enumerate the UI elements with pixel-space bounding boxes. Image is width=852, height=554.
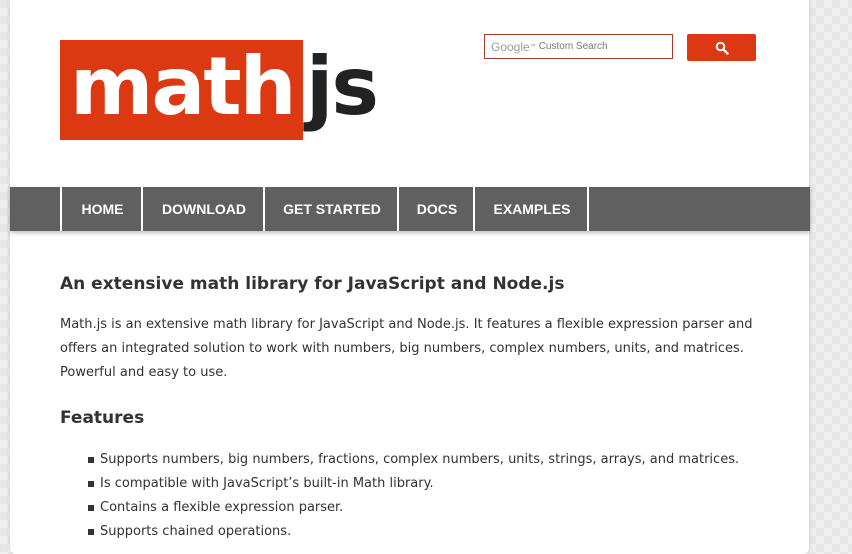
google-trademark: ™	[529, 43, 536, 50]
bullet-icon	[88, 481, 94, 487]
feature-text: Supports chained operations.	[100, 524, 292, 539]
nav-download[interactable]: DOWNLOAD	[141, 187, 265, 231]
feature-text: Is compatible with JavaScript’s built-in…	[100, 476, 434, 491]
nav-home[interactable]: HOME	[60, 187, 143, 231]
list-item: Is compatible with JavaScript’s built-in…	[88, 472, 739, 496]
nav-get-started[interactable]: GET STARTED	[263, 187, 399, 231]
intro-paragraph: Math.js is an extensive math library for…	[60, 317, 753, 380]
nav-examples[interactable]: EXAMPLES	[473, 187, 589, 231]
page-heading: An extensive math library for JavaScript…	[60, 274, 565, 294]
list-item: Contains a flexible expression parser.	[88, 496, 739, 520]
feature-text: Contains a flexible expression parser.	[100, 500, 344, 515]
nav-docs[interactable]: DOCS	[397, 187, 475, 231]
search-button[interactable]	[687, 34, 756, 61]
logo-math-text: math	[70, 40, 297, 133]
google-brand: Google	[491, 39, 530, 54]
features-list: Supports numbers, big numbers, fractions…	[88, 448, 739, 544]
bullet-icon	[88, 505, 94, 511]
search-icon	[715, 41, 729, 55]
bullet-icon	[88, 457, 94, 463]
search-input[interactable]: Google ™ Custom Search	[484, 34, 673, 59]
nav-divider	[587, 187, 589, 231]
logo-js-text: js	[306, 40, 379, 133]
search-placeholder: Custom Search	[538, 41, 608, 52]
features-heading: Features	[60, 408, 145, 428]
list-item: Supports chained operations.	[88, 520, 739, 544]
list-item: Supports numbers, big numbers, fractions…	[88, 448, 739, 472]
feature-text: Supports numbers, big numbers, fractions…	[100, 452, 740, 467]
bullet-icon	[88, 529, 94, 535]
main-nav: HOME DOWNLOAD GET STARTED DOCS EXAMPLES	[10, 187, 810, 231]
